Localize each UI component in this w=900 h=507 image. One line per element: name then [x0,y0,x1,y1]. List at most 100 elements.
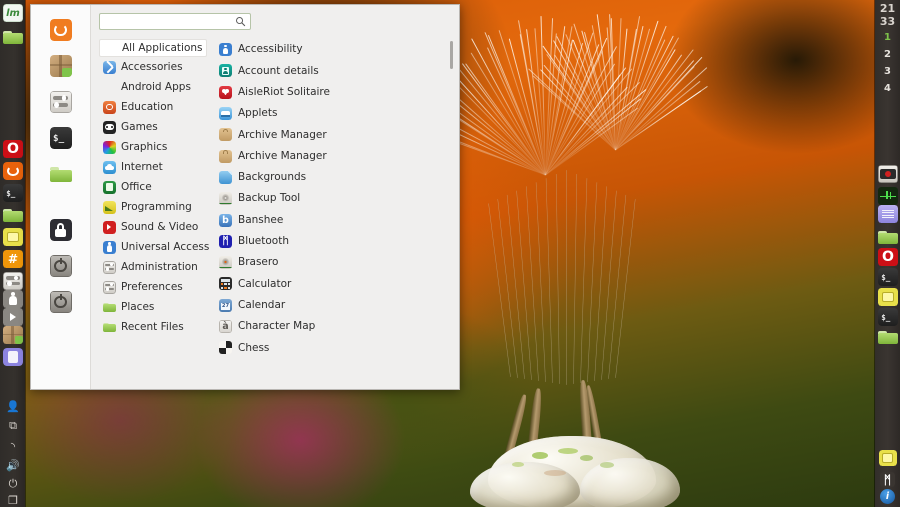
logout-favorite-icon[interactable] [49,255,72,277]
launcher-user-avatar-icon[interactable] [3,290,23,308]
taskbar-system-monitor-icon[interactable] [878,187,898,205]
taskbar-folder-icon[interactable] [878,228,898,246]
menu-app-bluetooth[interactable]: ᛗ Bluetooth [219,231,453,252]
menu-category-label: Programming [121,200,192,213]
clock-hours[interactable]: 21 [875,2,900,15]
menu-app-label: Character Map [238,320,316,333]
launcher-settings-toggle-icon[interactable] [3,272,23,290]
menu-app-archive-manager[interactable]: Archive Manager [219,124,453,145]
menu-app-banshee[interactable]: b Banshee [219,209,453,230]
preferences-icon [103,280,116,294]
menu-category-universal-access[interactable]: Universal Access [99,237,209,257]
menu-app-label: Calendar [238,298,286,311]
software-manager-favorite-icon[interactable] [49,55,72,77]
launcher-opera-icon[interactable]: O [3,140,23,158]
menu-category-list: All Applications Accessories Android Apps E… [99,39,211,389]
menu-app-label: Archive Manager [238,128,327,141]
user-account-tray-icon[interactable]: 👤 [5,398,21,414]
menu-category-graphics[interactable]: Graphics [99,137,207,157]
menu-app-chess[interactable]: Chess [219,337,453,358]
taskbar-text-editor-icon[interactable] [878,205,898,223]
menu-app-backgrounds[interactable]: Backgrounds [219,167,453,188]
quit-favorite-icon[interactable] [49,291,72,313]
app-list-scrollbar[interactable] [450,41,453,69]
notes-tray-icon[interactable] [878,450,897,466]
taskbar-opera-icon[interactable]: O [878,248,898,266]
lock-screen-favorite-icon[interactable] [49,219,72,241]
launcher-reader-icon[interactable] [3,348,23,366]
menu-app-aisleriot-solitaire[interactable]: AisleRiot Solitaire [219,82,453,103]
menu-category-accessories[interactable]: Accessories [99,57,207,77]
search-input[interactable] [104,16,235,27]
menu-app-label: Backgrounds [238,171,307,184]
terminal-favorite-icon[interactable]: $_ [49,127,72,149]
menu-search-box[interactable] [99,13,251,30]
dandelion-filament [573,174,578,385]
menu-app-brasero[interactable]: Brasero [219,252,453,273]
menu-app-archive-manager[interactable]: Archive Manager [219,145,453,166]
menu-app-backup-tool[interactable]: Backup Tool [219,188,453,209]
screenshot-tray-icon[interactable]: ⧉ [5,418,21,434]
menu-app-calendar[interactable]: 27 Calendar [219,295,453,316]
menu-category-label: Administration [121,260,198,273]
accessories-icon [103,60,116,74]
launcher-ubuntu-icon[interactable] [3,162,23,180]
education-icon [103,100,116,114]
bluetooth-tray-icon[interactable]: ᛗ [880,472,895,487]
launcher-linux-mint-menu-icon[interactable]: lm [3,4,23,22]
taskbar-terminal-icon[interactable]: $_ [878,308,898,326]
menu-app-label: Banshee [238,213,284,226]
internet-icon [103,160,116,174]
menu-category-sound-video[interactable]: Sound & Video [99,217,207,237]
taskbar-notes-icon[interactable] [878,288,898,306]
launcher-file-manager-icon[interactable] [3,28,23,46]
launcher-terminal-icon[interactable]: $_ [3,184,23,202]
taskbar-camera-icon[interactable] [878,165,898,183]
workspace-switcher-2[interactable]: 2 [875,49,900,60]
software-updater-favorite-icon[interactable] [49,19,72,41]
menu-category-programming[interactable]: Programming [99,197,207,217]
menu-category-android-apps[interactable]: Android Apps [99,77,207,97]
menu-app-calculator[interactable]: Calculator [219,273,453,294]
menu-category-label: Places [121,300,155,313]
launcher-media-player-icon[interactable] [3,308,23,326]
launcher-folder-icon[interactable] [3,206,23,224]
menu-category-internet[interactable]: Internet [99,157,207,177]
dandelion-fleck-5 [544,470,566,476]
menu-category-education[interactable]: Education [99,97,207,117]
workspace-switcher-3[interactable]: 3 [875,66,900,77]
menu-app-character-map[interactable]: à Character Map [219,316,453,337]
taskbar-folder-icon[interactable] [878,328,898,346]
menu-category-preferences[interactable]: Preferences [99,277,207,297]
system-settings-favorite-icon[interactable] [49,91,72,113]
update-manager-tray-icon[interactable]: i [880,489,895,504]
dandelion-filament [516,190,532,381]
workspace-switcher-1[interactable]: 1 [875,32,900,43]
launcher-hash-icon[interactable]: # [3,250,23,268]
office-icon [103,180,116,194]
menu-category-games[interactable]: Games [99,117,207,137]
taskbar-terminal-icon[interactable]: $_ [878,268,898,286]
files-favorite-icon[interactable] [49,163,72,185]
logout-tray-icon[interactable]: ⏻ [5,476,21,492]
displays-tray-icon[interactable]: ❐ [5,492,21,507]
menu-category-office[interactable]: Office [99,177,207,197]
launcher-package-icon[interactable] [3,326,23,344]
menu-category-places[interactable]: Places [99,297,207,317]
dandelion-fleck-0 [532,452,548,459]
menu-app-accessibility[interactable]: Accessibility [219,39,453,60]
menu-category-all-applications[interactable]: All Applications [99,39,207,57]
brasero-icon [219,256,232,270]
recent-files-icon [103,321,116,334]
menu-category-administration[interactable]: Administration [99,257,207,277]
dandelion-fleck-4 [600,462,614,468]
volume-tray-icon[interactable]: 🔊 [5,457,21,473]
right-panel: 21 33 1 2 3 4 O $_ $_ ᛗ i [875,0,900,507]
network-wifi-tray-icon[interactable]: ◝ [5,438,21,454]
launcher-notes-icon[interactable] [3,228,23,246]
clock-minutes[interactable]: 33 [875,15,900,28]
workspace-switcher-4[interactable]: 4 [875,83,900,94]
menu-app-applets[interactable]: Applets [219,103,453,124]
menu-category-recent-files[interactable]: Recent Files [99,317,207,337]
menu-app-account-details[interactable]: Account details [219,60,453,81]
